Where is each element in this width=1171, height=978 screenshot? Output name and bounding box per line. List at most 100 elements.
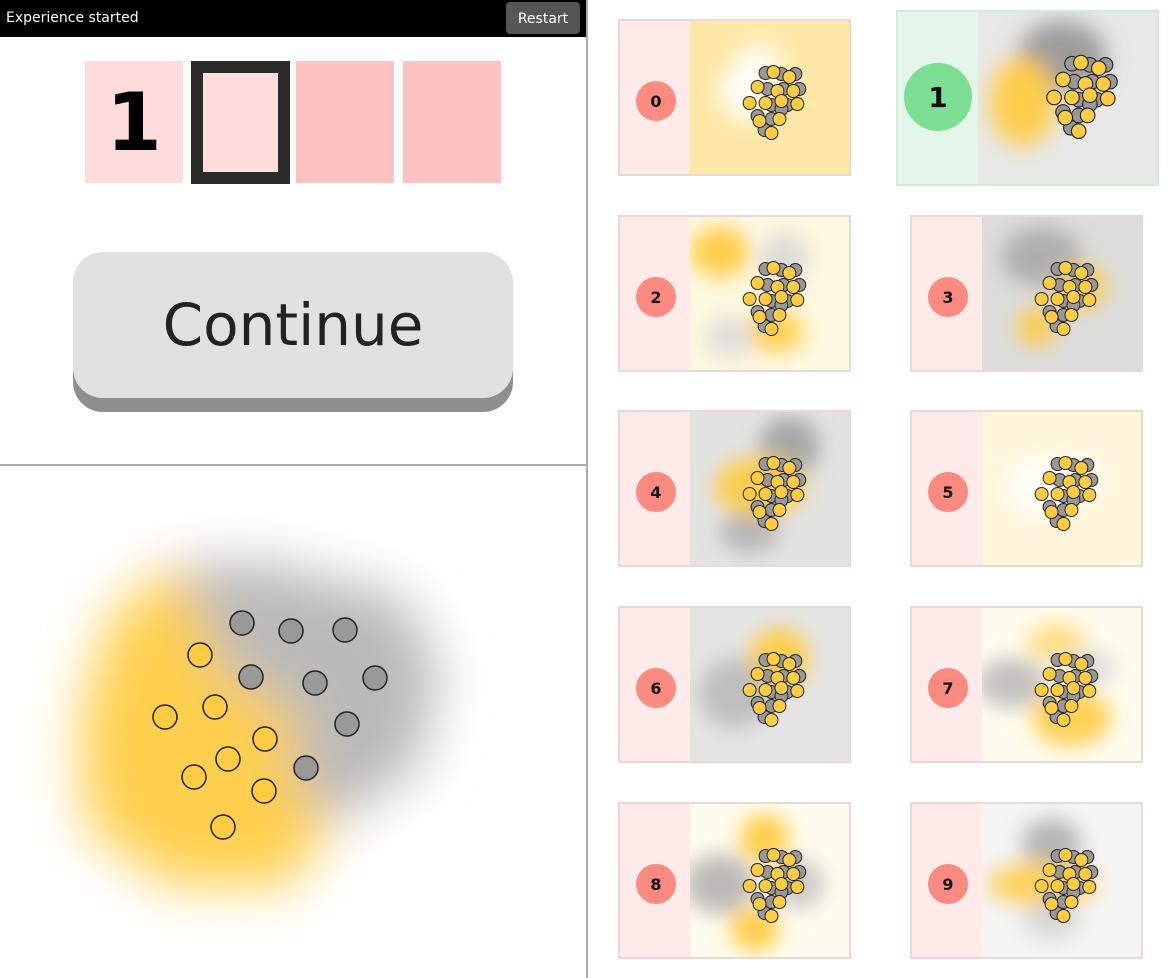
model-card-6[interactable]: 6 [618, 606, 851, 763]
yellow-point [210, 814, 236, 840]
yellow-point [202, 694, 228, 720]
thumb-yellow-point [764, 713, 779, 727]
gray-point [278, 618, 304, 644]
thumb-yellow-point [782, 657, 797, 671]
thumb-yellow-point [790, 684, 805, 698]
gray-point [293, 755, 319, 781]
yellow-point [187, 642, 213, 668]
thumb-yellow-point [1056, 517, 1071, 531]
thumb-yellow-point [742, 292, 757, 306]
thumb-yellow-point [1034, 487, 1049, 501]
thumb-yellow-point [750, 471, 765, 485]
model-card-3[interactable]: 3 [910, 215, 1143, 372]
model-card-0[interactable]: 0 [618, 19, 851, 176]
thumb-yellow-point [1034, 292, 1049, 306]
thumb-yellow-point [764, 126, 779, 140]
thumb-yellow-point [764, 322, 779, 336]
thumb-yellow-point [1056, 713, 1071, 727]
thumb-yellow-point [1056, 909, 1071, 923]
gray-point [362, 665, 388, 691]
model-card-2[interactable]: 2 [618, 215, 851, 372]
thumb-yellow-point [774, 485, 789, 499]
card-decision-thumbnail [982, 412, 1141, 565]
thumb-yellow-point [764, 517, 779, 531]
left-pane: Experience started Restart 1 Continue [0, 0, 586, 978]
thumb-yellow-point [1046, 89, 1062, 106]
yellow-point [152, 704, 178, 730]
yellow-point [252, 726, 278, 752]
thumb-yellow-point [752, 505, 767, 519]
yellow-point [215, 746, 241, 772]
thumb-yellow-point [750, 667, 765, 681]
thumb-yellow-point [786, 475, 801, 489]
thumb-yellow-point [1074, 853, 1089, 867]
card-number-badge: 7 [928, 668, 968, 708]
classification-canvas[interactable] [0, 466, 586, 978]
thumb-yellow-point [1095, 76, 1112, 92]
thumb-yellow-point [766, 456, 781, 470]
card-number-badge: 5 [928, 472, 968, 512]
model-card-7[interactable]: 7 [910, 606, 1143, 763]
thumb-yellow-point [786, 671, 801, 685]
thumb-yellow-point [742, 487, 757, 501]
top-bar: Experience started Restart [0, 0, 586, 37]
thumb-yellow-point [1082, 488, 1097, 502]
yellow-point [181, 764, 207, 790]
thumb-yellow-point [1042, 863, 1057, 877]
thumb-yellow-point [758, 683, 773, 697]
thumb-yellow-point [758, 292, 773, 306]
thumb-yellow-point [1042, 471, 1057, 485]
thumb-yellow-point [790, 880, 805, 894]
thumb-yellow-point [742, 96, 757, 110]
gray-point [332, 617, 358, 643]
model-card-1[interactable]: 1 [896, 10, 1159, 186]
card-number-badge: 6 [636, 668, 676, 708]
thumb-yellow-point [782, 461, 797, 475]
thumb-yellow-point [786, 867, 801, 881]
thumb-yellow-point [774, 290, 789, 304]
code-slot-3 [296, 61, 394, 183]
thumb-yellow-point [790, 293, 805, 307]
thumb-yellow-point [1078, 475, 1093, 489]
thumb-yellow-point [1064, 308, 1079, 322]
code-slot-4 [403, 61, 501, 183]
thumb-yellow-point [1044, 701, 1059, 715]
thumb-yellow-point [766, 65, 781, 79]
gray-point [334, 711, 360, 737]
thumb-yellow-point [742, 879, 757, 893]
thumb-yellow-point [758, 96, 773, 110]
card-decision-thumbnail [690, 608, 849, 761]
thumb-yellow-point [1066, 485, 1081, 499]
thumb-yellow-point [1070, 123, 1087, 140]
thumb-yellow-point [752, 310, 767, 324]
thumb-yellow-point [1034, 683, 1049, 697]
thumb-yellow-point [1078, 867, 1093, 881]
thumb-yellow-point [786, 84, 801, 98]
thumb-yellow-point [1057, 109, 1074, 126]
thumb-yellow-point [1044, 505, 1059, 519]
card-number-badge: 8 [636, 864, 676, 904]
thumb-yellow-point [772, 699, 787, 713]
thumb-yellow-point [750, 863, 765, 877]
thumb-yellow-point [790, 97, 805, 111]
thumb-yellow-point [1050, 487, 1065, 501]
thumb-yellow-point [764, 909, 779, 923]
thumb-yellow-point [742, 683, 757, 697]
thumb-yellow-point [772, 112, 787, 126]
thumb-yellow-point [752, 897, 767, 911]
model-card-5[interactable]: 5 [910, 410, 1143, 567]
model-card-9[interactable]: 9 [910, 802, 1143, 959]
thumb-yellow-point [1066, 877, 1081, 891]
thumb-yellow-point [772, 308, 787, 322]
continue-button[interactable]: Continue [73, 252, 513, 398]
thumb-yellow-point [1058, 848, 1073, 862]
model-card-8[interactable]: 8 [618, 802, 851, 959]
card-number-badge: 9 [928, 864, 968, 904]
model-card-4[interactable]: 4 [618, 410, 851, 567]
thumb-yellow-point [1078, 671, 1093, 685]
card-decision-thumbnail [690, 804, 849, 957]
card-decision-thumbnail [690, 21, 849, 174]
thumb-yellow-point [1058, 261, 1073, 275]
thumb-yellow-point [1073, 54, 1089, 71]
restart-button[interactable]: Restart [506, 2, 580, 34]
